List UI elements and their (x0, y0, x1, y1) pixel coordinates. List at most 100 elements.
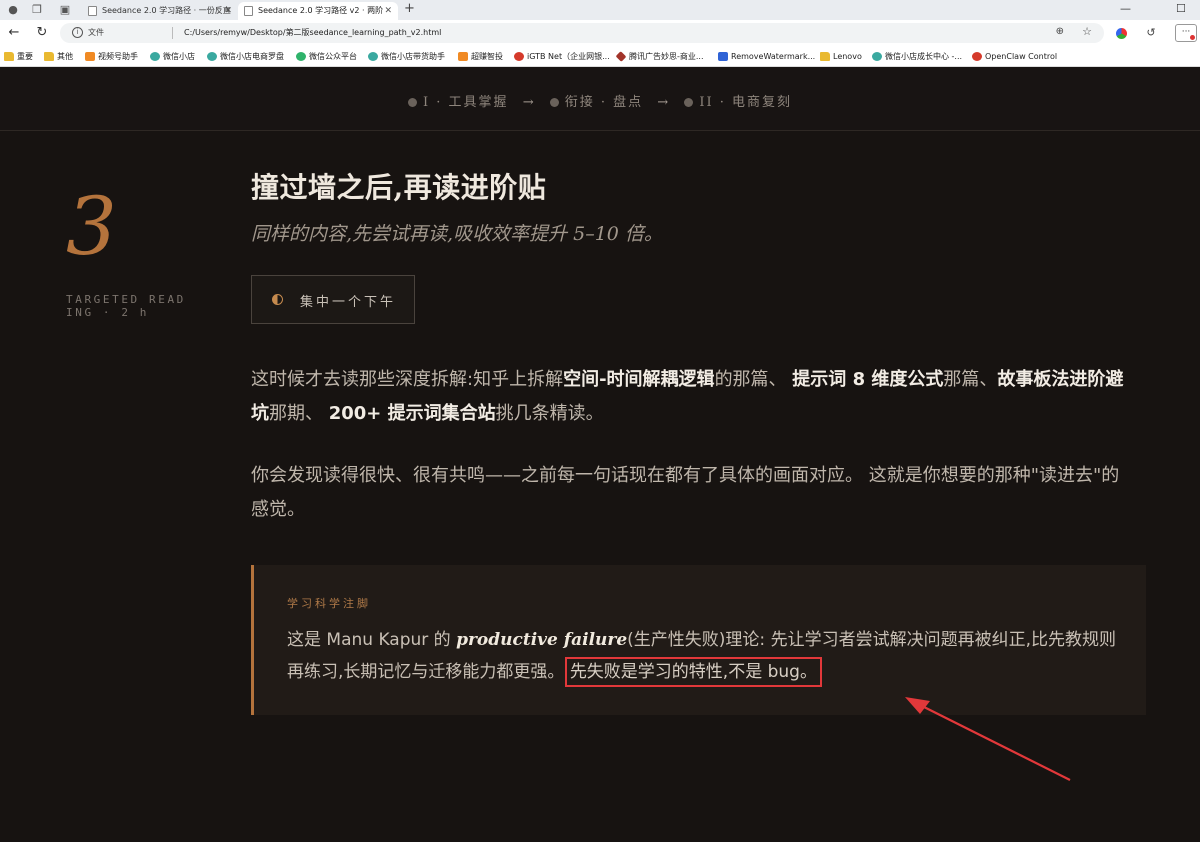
browser-tab-bar: ● ❐ ▣ Seedance 2.0 学习路径 · 一份反直 ✕ Seedanc… (0, 0, 1200, 20)
bookmark-label: 其他 (57, 52, 73, 61)
progress-step-1[interactable]: I · 工具掌握 (423, 95, 509, 110)
body-paragraph-1: 这时候才去读那些深度拆解:知乎上拆解空间-时间解耦逻辑的那篇、 提示词 8 维度… (251, 363, 1136, 431)
step-dot (549, 97, 559, 107)
bookmark-label: iGTB Net（企业网银... (527, 52, 610, 61)
folder-icon (4, 52, 14, 61)
address-bar: ← ↻ i 文件 C:/Users/remyw/Desktop/第二版seeda… (0, 20, 1200, 46)
page-icon (244, 6, 253, 16)
bookmark-item[interactable]: 微信公众平台 (296, 50, 357, 63)
body-paragraph-2: 你会发现读得很快、很有共鸣——之前每一句话现在都有了具体的画面对应。 这就是你想… (251, 465, 1120, 520)
bookmark-label: 视频号助手 (98, 52, 138, 61)
close-tab-icon[interactable]: ✕ (384, 2, 392, 20)
wechat-shop-icon (872, 52, 882, 61)
tab-title: Seedance 2.0 学习路径 v2 · 两阶 (258, 6, 384, 15)
text: 的那篇、 (714, 369, 793, 390)
science-note-callout: 学习科学注脚 这是 Manu Kapur 的 productive failur… (251, 565, 1146, 715)
progress-step-3[interactable]: II · 电商复刻 (699, 95, 792, 110)
claw-icon (972, 52, 982, 61)
bookmark-item[interactable]: 视频号助手 (85, 50, 138, 63)
notification-badge (1190, 35, 1195, 40)
bookmark-item[interactable]: RemoveWatermark... (718, 50, 815, 63)
settings-menu-button[interactable]: ··· (1175, 24, 1197, 42)
bookmark-item[interactable]: 微信小店带货助手 (368, 50, 445, 63)
bookmark-label: 微信公众平台 (309, 52, 357, 61)
text: 这是 Manu Kapur 的 (287, 630, 457, 650)
tab-learning-path-v1[interactable]: Seedance 2.0 学习路径 · 一份反直 ✕ (82, 2, 238, 20)
url-field[interactable]: i 文件 C:/Users/remyw/Desktop/第二版seedance_… (60, 23, 1104, 43)
tab-learning-path-v2[interactable]: Seedance 2.0 学习路径 v2 · 两阶 ✕ (238, 2, 398, 20)
note-text: 这是 Manu Kapur 的 productive failure(生产性失败… (287, 624, 1122, 688)
bookmark-label: 腾讯广告妙思-商业... (629, 52, 704, 61)
wechat-icon (296, 52, 306, 61)
bookmark-item[interactable]: 其他 (44, 50, 73, 63)
emphasis-text: productive failure (456, 630, 628, 650)
bookmark-item[interactable]: 微信小店 (150, 50, 195, 63)
section-title: 撞过墙之后,再读进阶贴 (251, 171, 547, 204)
extension-icon[interactable] (1116, 28, 1127, 39)
maximize-icon[interactable]: ☐ (1176, 2, 1186, 15)
folder-icon (44, 52, 54, 61)
bookmark-item[interactable]: 微信小店成长中心 -... (872, 50, 962, 63)
tab-title: Seedance 2.0 学习路径 · 一份反直 (102, 6, 231, 15)
section-number: 3 (66, 180, 117, 273)
bookmark-item[interactable]: 腾讯广告妙思-商业... (615, 50, 704, 63)
text: 挑几条精读。 (495, 403, 604, 424)
vertical-tabs-icon[interactable]: ▣ (58, 3, 72, 17)
bold-text: 空间-时间解耦逻辑 (563, 369, 715, 390)
page-icon (88, 6, 97, 16)
step-dot (408, 97, 417, 107)
bookmark-item[interactable]: Lenovo (820, 50, 862, 63)
bookmark-label: OpenClaw Control (985, 52, 1058, 61)
bookmark-label: RemoveWatermark... (731, 52, 816, 61)
highlighted-text: 先失败是学习的特性,不是 bug。 (564, 657, 822, 687)
back-icon[interactable]: ← (6, 25, 22, 41)
arrow-right-icon: → (522, 95, 536, 110)
zoom-icon[interactable]: ⊕ (1056, 26, 1064, 37)
section-meta: TARGETED READING · 2 h (66, 293, 186, 319)
reload-icon[interactable]: ↻ (34, 25, 50, 41)
duration-tag: 集中一个下午 (251, 275, 415, 324)
divider (172, 27, 173, 39)
arrow-right-icon: → (657, 95, 671, 110)
bookmark-label: 超赚智投 (471, 52, 503, 61)
bookmark-item[interactable]: 微信小店电商罗盘 (207, 50, 284, 63)
sync-icon[interactable]: ↺ (1144, 26, 1158, 40)
duration-label: 集中一个下午 (300, 295, 397, 310)
text: 这时候才去读那些深度拆解:知乎上拆解 (251, 369, 564, 390)
minimize-icon[interactable]: — (1120, 2, 1131, 15)
file-label: 文件 (88, 28, 104, 37)
bookmark-item[interactable]: 重要 (4, 50, 33, 63)
favorite-star-icon[interactable]: ☆ (1082, 25, 1092, 38)
progress-nav: I · 工具掌握 → 衔接 · 盘点 → II · 电商复刻 (0, 67, 1200, 131)
profile-icon[interactable]: ● (6, 3, 20, 17)
note-label: 学习科学注脚 (287, 597, 371, 610)
step-dot (684, 97, 694, 107)
bookmark-label: 微信小店成长中心 -... (885, 52, 963, 61)
bookmark-label: 重要 (17, 52, 33, 61)
text: 那期、 (269, 403, 329, 424)
bold-text: 提示词 8 维度公式 (792, 369, 944, 390)
text: 那篇、 (943, 369, 998, 390)
channels-icon (85, 52, 95, 61)
half-circle-icon (272, 294, 283, 305)
info-icon[interactable]: i (72, 27, 83, 38)
tencent-ad-icon (615, 51, 627, 62)
workspaces-icon[interactable]: ❐ (30, 3, 44, 17)
section-subtitle: 同样的内容,先尝试再读,吸收效率提升 5–10 倍。 (251, 223, 663, 245)
bookmark-label: 微信小店电商罗盘 (220, 52, 284, 61)
url-text[interactable]: C:/Users/remyw/Desktop/第二版seedance_learn… (184, 27, 441, 38)
bookmark-item[interactable]: OpenClaw Control (972, 50, 1057, 63)
bookmark-item[interactable]: iGTB Net（企业网银... (514, 50, 610, 63)
bookmark-label: 微信小店带货助手 (381, 52, 445, 61)
progress-step-2[interactable]: 衔接 · 盘点 (565, 95, 643, 110)
bookmark-label: 微信小店 (163, 52, 195, 61)
page-content: I · 工具掌握 → 衔接 · 盘点 → II · 电商复刻 3 TARGETE… (0, 67, 1200, 842)
bookmark-label: Lenovo (833, 52, 862, 61)
wechat-shop-icon (150, 52, 160, 61)
close-tab-icon[interactable]: ✕ (224, 2, 232, 20)
new-tab-icon[interactable]: + (404, 1, 415, 16)
bold-text: 200+ 提示词集合站 (328, 403, 496, 424)
wechat-shop-icon (368, 52, 378, 61)
bookmark-item[interactable]: 超赚智投 (458, 50, 503, 63)
bookmarks-bar: 重要 其他 视频号助手 微信小店 微信小店电商罗盘 微信公众平台 微信小店带货助… (0, 46, 1200, 67)
